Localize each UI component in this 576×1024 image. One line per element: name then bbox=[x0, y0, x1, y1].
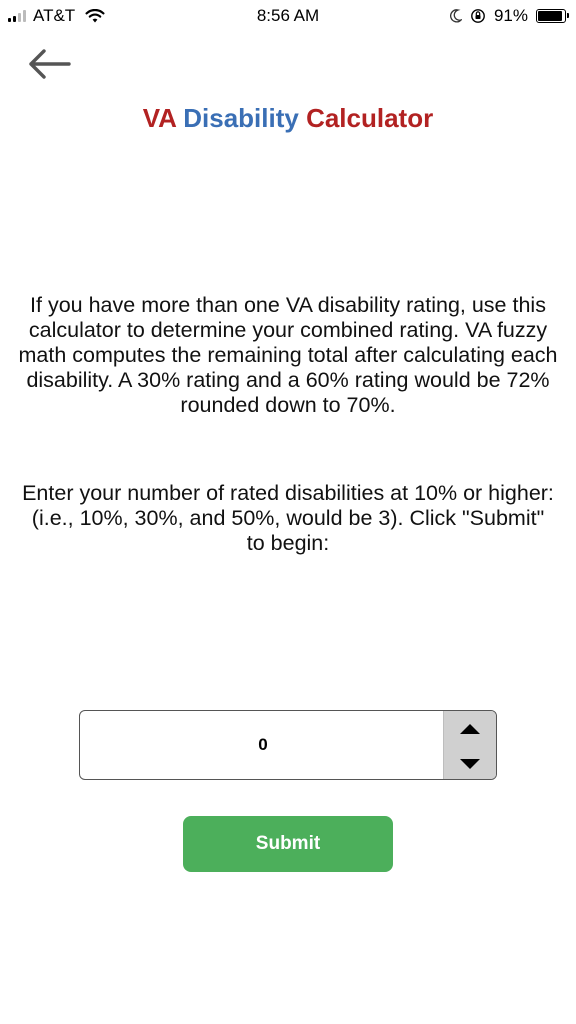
intro-paragraph: If you have more than one VA disability … bbox=[18, 293, 558, 417]
title-part-disability: Disability bbox=[183, 103, 299, 133]
caret-down-icon bbox=[460, 758, 480, 769]
moon-icon bbox=[450, 9, 462, 23]
step-down-button[interactable] bbox=[444, 746, 496, 779]
back-button[interactable] bbox=[26, 44, 72, 84]
step-up-button[interactable] bbox=[444, 711, 496, 746]
status-bar: AT&T 8:56 AM 91% bbox=[0, 0, 576, 34]
instructions-line-2: (i.e., 10%, 30%, and 50%, would be 3). C… bbox=[31, 506, 545, 555]
disability-count-value[interactable]: 0 bbox=[80, 711, 446, 779]
instructions-paragraph: Enter your number of rated disabilities … bbox=[20, 481, 556, 556]
disability-count-input[interactable]: 0 bbox=[79, 710, 497, 780]
caret-up-icon bbox=[460, 723, 480, 734]
status-right: 91% bbox=[450, 6, 569, 26]
battery-percent: 91% bbox=[493, 6, 528, 25]
back-arrow-icon bbox=[29, 49, 71, 79]
title-part-va: VA bbox=[142, 103, 176, 133]
battery-icon bbox=[536, 9, 569, 23]
battery-level-fill bbox=[538, 11, 562, 21]
page-title: VA Disability Calculator bbox=[0, 103, 576, 134]
instructions-line-1: Enter your number of rated disabilities … bbox=[22, 481, 554, 505]
title-part-calculator: Calculator bbox=[306, 103, 434, 133]
number-stepper[interactable] bbox=[443, 711, 496, 779]
submit-button[interactable]: Submit bbox=[183, 816, 393, 872]
orientation-lock-icon bbox=[471, 9, 485, 23]
